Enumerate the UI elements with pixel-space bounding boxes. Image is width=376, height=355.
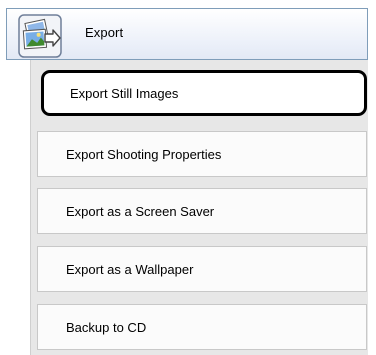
- export-menu-label: Export: [85, 25, 124, 40]
- export-panel: Export Export Still Images Export Shooti…: [0, 0, 376, 355]
- export-menu-header[interactable]: Export: [6, 8, 368, 60]
- export-still-images-button[interactable]: Export Still Images: [41, 70, 367, 116]
- export-submenu: Export Still Images Export Shooting Prop…: [30, 60, 368, 355]
- export-wallpaper-button[interactable]: Export as a Wallpaper: [37, 246, 367, 292]
- export-photos-icon: [18, 14, 62, 58]
- backup-to-cd-button[interactable]: Backup to CD: [37, 304, 367, 350]
- export-screen-saver-button[interactable]: Export as a Screen Saver: [37, 188, 367, 234]
- export-shooting-properties-button[interactable]: Export Shooting Properties: [37, 131, 367, 177]
